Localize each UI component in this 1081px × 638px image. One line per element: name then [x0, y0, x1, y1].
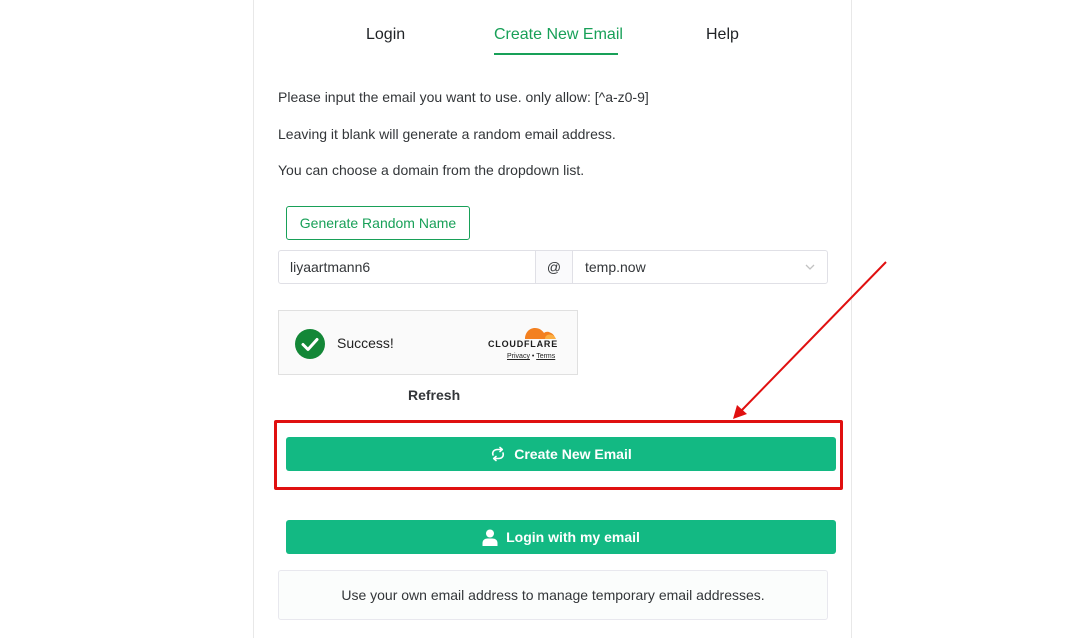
- annotation-arrow-icon: [733, 261, 887, 419]
